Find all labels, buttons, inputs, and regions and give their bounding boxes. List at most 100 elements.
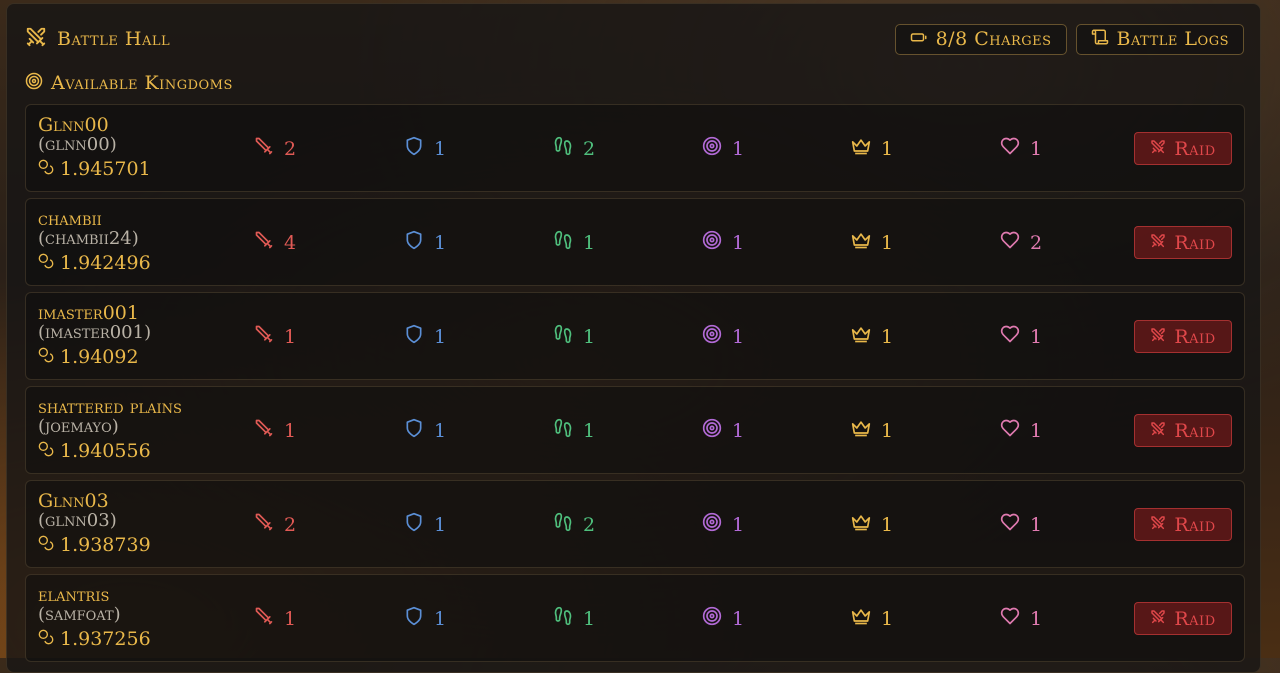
raid-button[interactable]: Raid <box>1134 226 1232 259</box>
heart-icon <box>1000 324 1020 350</box>
kingdom-power: 1.94092 <box>38 347 139 367</box>
battle-logs-label: Battle Logs <box>1116 28 1229 50</box>
battle-logs-button[interactable]: Battle Logs <box>1075 23 1244 55</box>
stat-accuracy: 1 <box>702 136 744 162</box>
stat-speed: 1 <box>553 324 595 350</box>
stat-defense-value: 1 <box>434 420 447 442</box>
stat-speed: 2 <box>553 136 595 162</box>
kingdom-power-value: 1.942496 <box>60 252 151 274</box>
raid-button[interactable]: Raid <box>1134 132 1232 165</box>
stat-defense: 1 <box>404 136 446 162</box>
target-icon <box>702 136 722 162</box>
raid-button-label: Raid <box>1174 231 1216 254</box>
stat-speed-value: 1 <box>583 608 596 630</box>
stat-health-value: 1 <box>1030 608 1043 630</box>
stat-crown: 1 <box>851 324 893 350</box>
kingdom-name: chambii <box>38 208 102 230</box>
target-icon <box>25 72 43 95</box>
stat-defense: 1 <box>404 230 446 256</box>
stat-crown-value: 1 <box>881 232 894 254</box>
kingdom-row: Glnn00 (glnn00) 1.945701 2 1 2 1 1 1 Rai… <box>25 104 1245 192</box>
stat-health: 1 <box>1000 606 1042 632</box>
stat-speed: 2 <box>553 512 595 538</box>
kingdom-list: Glnn00 (glnn00) 1.945701 2 1 2 1 1 1 Rai… <box>25 104 1245 668</box>
kingdom-power: 1.938739 <box>38 535 151 555</box>
kingdom-power-value: 1.94092 <box>60 346 139 368</box>
stat-health-value: 1 <box>1030 420 1043 442</box>
raid-button-label: Raid <box>1174 419 1216 442</box>
raid-button[interactable]: Raid <box>1134 414 1232 447</box>
sword-icon <box>254 512 274 538</box>
coins-icon <box>38 347 54 367</box>
raid-button[interactable]: Raid <box>1134 320 1232 353</box>
stat-accuracy: 1 <box>702 512 744 538</box>
crown-icon <box>851 230 871 256</box>
raid-button-label: Raid <box>1174 607 1216 630</box>
sword-icon <box>254 230 274 256</box>
charges-label: 8/8 Charges <box>935 28 1052 50</box>
sword-icon <box>254 418 274 444</box>
raid-button[interactable]: Raid <box>1134 602 1232 635</box>
kingdom-name: Glnn00 <box>38 114 109 136</box>
kingdom-name: elantris <box>38 584 110 606</box>
shield-icon <box>404 230 424 256</box>
sword-icon <box>254 606 274 632</box>
sword-icon <box>254 324 274 350</box>
raid-button[interactable]: Raid <box>1134 508 1232 541</box>
stat-defense: 1 <box>404 324 446 350</box>
page-title-text: Battle Hall <box>57 28 171 50</box>
stat-accuracy-value: 1 <box>732 326 745 348</box>
stat-attack: 1 <box>254 324 296 350</box>
header-bar: Battle Hall 8/8 Charges Battle Logs <box>25 22 1244 56</box>
kingdom-owner: (chambii24) <box>38 228 139 249</box>
kingdom-owner: (glnn00) <box>38 134 117 155</box>
stat-speed-value: 2 <box>583 514 596 536</box>
shield-icon <box>404 512 424 538</box>
stat-speed: 1 <box>553 418 595 444</box>
stat-attack: 2 <box>254 136 296 162</box>
kingdom-power-value: 1.937256 <box>60 628 151 650</box>
stat-speed: 1 <box>553 230 595 256</box>
footprints-icon <box>553 136 573 162</box>
stat-accuracy: 1 <box>702 418 744 444</box>
crossed-swords-icon <box>25 26 47 53</box>
stat-accuracy: 1 <box>702 324 744 350</box>
stat-attack-value: 1 <box>284 608 297 630</box>
stat-crown-value: 1 <box>881 326 894 348</box>
crown-icon <box>851 606 871 632</box>
section-title: Available Kingdoms <box>25 68 233 98</box>
stat-health: 1 <box>1000 418 1042 444</box>
charges-button[interactable]: 8/8 Charges <box>894 23 1067 55</box>
stat-health-value: 1 <box>1030 514 1043 536</box>
stat-attack: 1 <box>254 606 296 632</box>
stat-crown-value: 1 <box>881 608 894 630</box>
crossed-swords-icon <box>1150 608 1166 630</box>
kingdom-row: Glnn03 (glnn03) 1.938739 2 1 2 1 1 1 Rai… <box>25 480 1245 568</box>
kingdom-power: 1.945701 <box>38 159 151 179</box>
stat-accuracy-value: 1 <box>732 232 745 254</box>
stat-attack: 1 <box>254 418 296 444</box>
page-title: Battle Hall <box>25 26 170 53</box>
stat-speed-value: 1 <box>583 420 596 442</box>
kingdom-power: 1.937256 <box>38 629 151 649</box>
footprints-icon <box>553 230 573 256</box>
stat-defense: 1 <box>404 418 446 444</box>
stat-accuracy-value: 1 <box>732 608 745 630</box>
battery-icon <box>910 28 928 51</box>
stat-crown: 1 <box>851 606 893 632</box>
stat-defense: 1 <box>404 512 446 538</box>
crown-icon <box>851 136 871 162</box>
raid-button-label: Raid <box>1174 325 1216 348</box>
crown-icon <box>851 324 871 350</box>
stat-speed-value: 2 <box>583 138 596 160</box>
kingdom-power-value: 1.945701 <box>60 158 151 180</box>
shield-icon <box>404 136 424 162</box>
shield-icon <box>404 606 424 632</box>
target-icon <box>702 418 722 444</box>
crossed-swords-icon <box>1150 514 1166 536</box>
section-title-text: Available Kingdoms <box>51 72 233 94</box>
footprints-icon <box>553 606 573 632</box>
stat-speed-value: 1 <box>583 326 596 348</box>
crossed-swords-icon <box>1150 326 1166 348</box>
stat-accuracy-value: 1 <box>732 420 745 442</box>
